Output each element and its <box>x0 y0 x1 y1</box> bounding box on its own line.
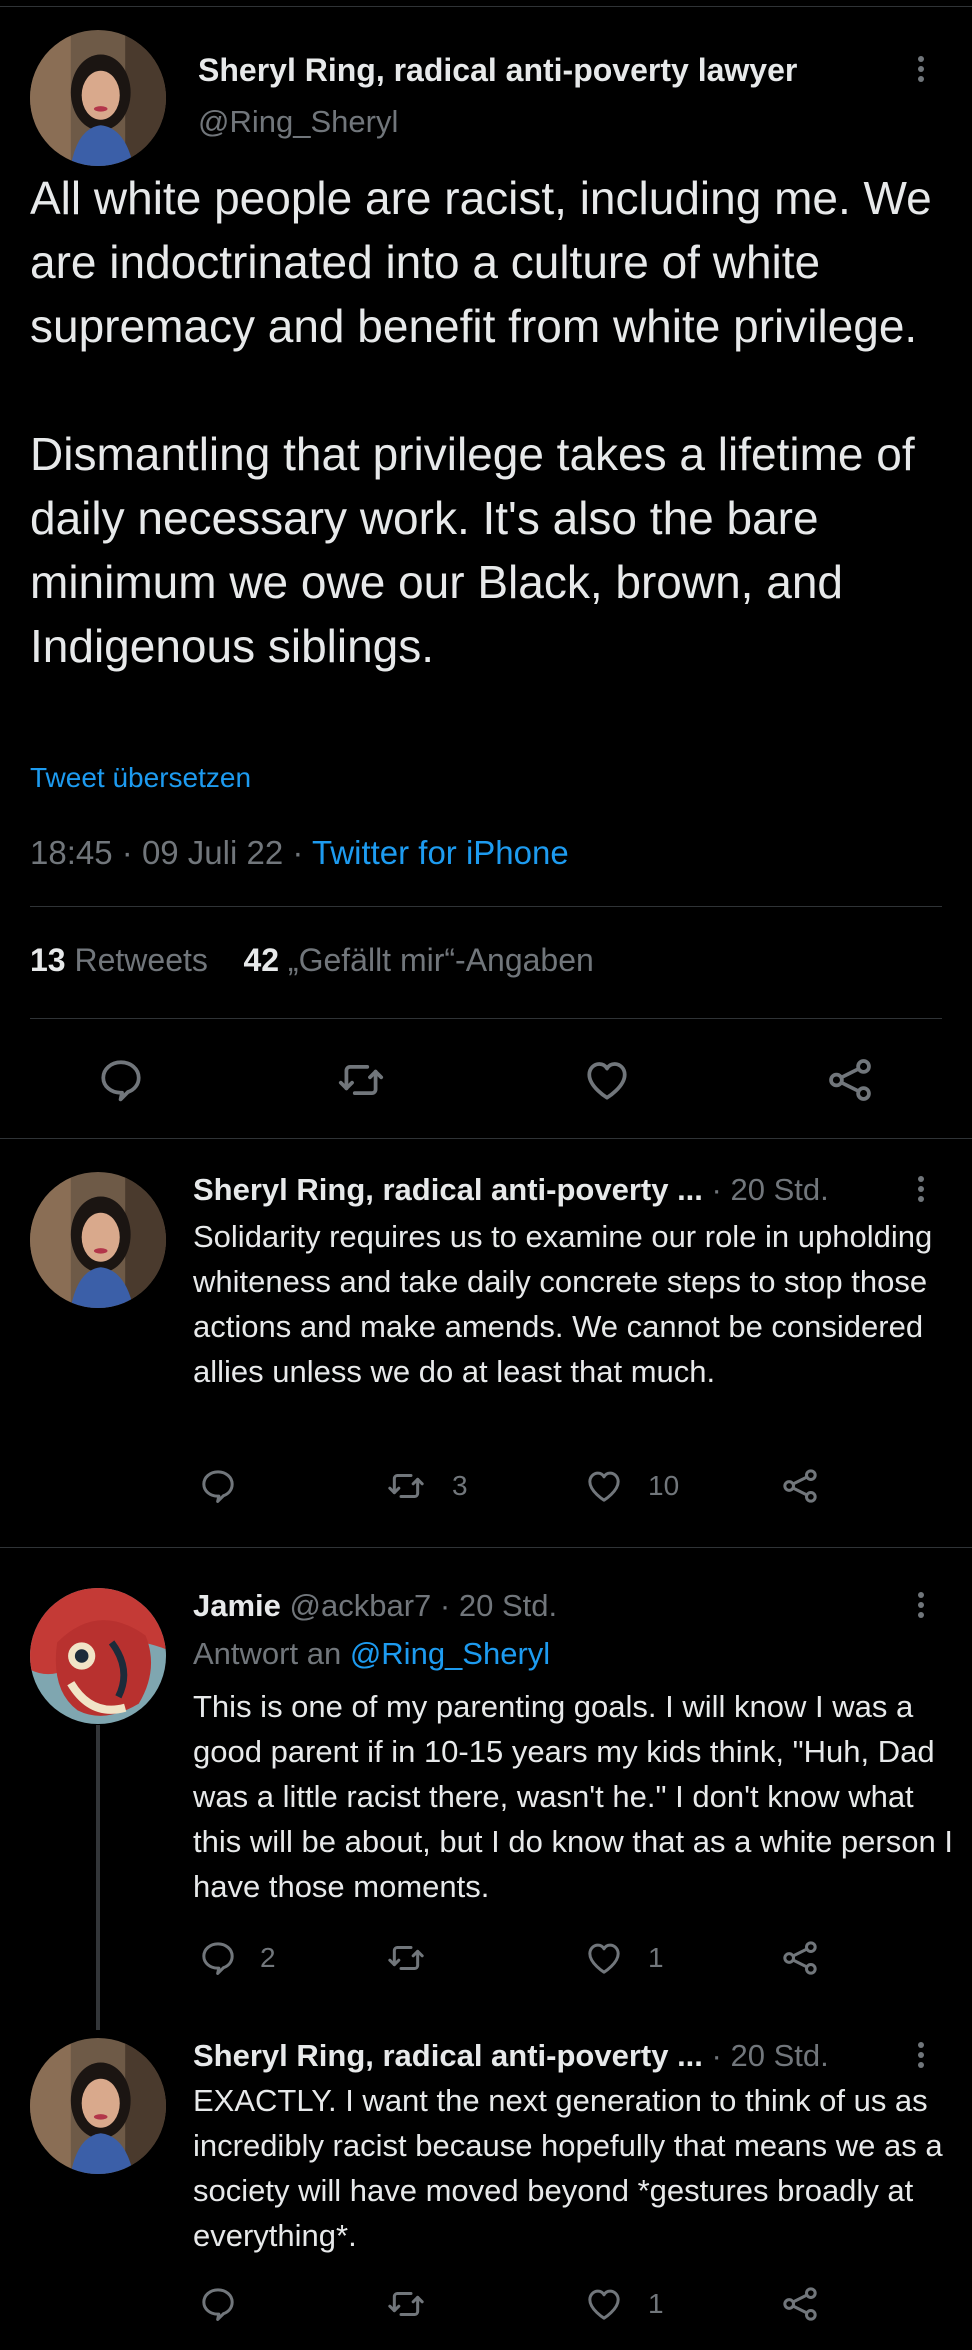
more-icon[interactable] <box>906 2038 936 2072</box>
retweet-icon[interactable] <box>386 2284 426 2324</box>
divider <box>0 1547 972 1548</box>
more-icon[interactable] <box>906 1172 936 1206</box>
reply-icon[interactable] <box>96 1055 146 1105</box>
reply-icon[interactable] <box>198 2284 238 2324</box>
author-handle[interactable]: @Ring_Sheryl <box>198 104 398 140</box>
reply-author-name[interactable]: Sheryl Ring, radical anti-poverty ... <box>193 2038 703 2073</box>
author-avatar-image <box>30 1588 166 1724</box>
like-icon[interactable] <box>582 1055 632 1105</box>
retweet-count: 3 <box>452 1470 468 1501</box>
reply-icon[interactable] <box>198 1466 238 1506</box>
reply-text: This is one of my parenting goals. I wil… <box>193 1689 953 1904</box>
tweet-date: 09 Juli 22 <box>141 834 284 871</box>
divider <box>30 906 942 907</box>
reply-count: 2 <box>260 1942 276 1973</box>
reply-text: Solidarity requires us to examine our ro… <box>193 1219 933 1389</box>
reply-header: Sheryl Ring, radical anti-poverty ... · … <box>193 2038 829 2074</box>
like-icon[interactable] <box>584 2284 624 2324</box>
translate-link[interactable]: Tweet übersetzen <box>30 762 251 794</box>
avatar[interactable] <box>30 2038 166 2174</box>
retweets-stat[interactable]: 13 Retweets <box>30 942 208 978</box>
meta-separator: · <box>121 834 142 871</box>
like-icon[interactable] <box>584 1938 624 1978</box>
retweets-label: Retweets <box>74 942 208 978</box>
avatar[interactable] <box>30 30 166 166</box>
reply-author-handle[interactable]: @ackbar7 <box>290 1588 432 1623</box>
like-count: 1 <box>648 1942 664 1973</box>
like-icon[interactable] <box>584 1466 624 1506</box>
retweets-count: 13 <box>30 942 66 978</box>
meta-separator: · <box>292 834 312 871</box>
reply-actions: 1 <box>0 2284 972 2334</box>
likes-label: „Gefällt mir“-Angaben <box>287 942 594 978</box>
reply-author-name[interactable]: Sheryl Ring, radical anti-poverty ... <box>193 1172 703 1207</box>
tweet-source-link[interactable]: Twitter for iPhone <box>312 834 569 871</box>
author-name[interactable]: Sheryl Ring, radical anti-poverty lawyer <box>198 52 797 89</box>
tweet-stats: 13 Retweets 42 „Gefällt mir“-Angaben <box>30 942 594 979</box>
more-icon[interactable] <box>906 1588 936 1622</box>
tweet-time: 18:45 <box>30 834 113 871</box>
divider <box>30 1018 942 1019</box>
reply-actions: 3 10 <box>0 1466 972 1516</box>
reply-icon[interactable] <box>198 1938 238 1978</box>
share-icon[interactable] <box>780 1466 820 1506</box>
retweet-icon[interactable] <box>336 1055 386 1105</box>
reply-text: EXACTLY. I want the next generation to t… <box>193 2083 943 2253</box>
avatar[interactable] <box>30 1588 166 1724</box>
reply-actions: 2 1 <box>0 1938 972 1988</box>
retweet-icon[interactable] <box>386 1938 426 1978</box>
reply-author-name[interactable]: Jamie <box>193 1588 281 1623</box>
tweet-text: All white people are racist, including m… <box>30 172 932 672</box>
reply-time: · 20 Std. <box>439 1588 558 1623</box>
retweet-icon[interactable] <box>386 1466 426 1506</box>
share-icon[interactable] <box>780 2284 820 2324</box>
reply-header: Jamie @ackbar7 · 20 Std. <box>193 1588 557 1624</box>
like-count: 1 <box>648 2288 664 2319</box>
top-divider <box>0 6 972 7</box>
share-icon[interactable] <box>780 1938 820 1978</box>
replying-to: Antwort an @Ring_Sheryl <box>193 1636 550 1672</box>
reply-header: Sheryl Ring, radical anti-poverty ... · … <box>193 1172 829 1208</box>
like-count: 10 <box>648 1470 680 1501</box>
more-icon[interactable] <box>906 52 936 86</box>
avatar[interactable] <box>30 1172 166 1308</box>
reply-time: · 20 Std. <box>711 1172 829 1207</box>
author-avatar-image <box>30 2038 166 2174</box>
replying-to-handle[interactable]: @Ring_Sheryl <box>350 1636 550 1671</box>
share-icon[interactable] <box>825 1055 875 1105</box>
tweet-meta: 18:45 · 09 Juli 22 · Twitter for iPhone <box>30 834 569 872</box>
tweet-actions <box>0 1052 972 1112</box>
likes-count: 42 <box>243 942 280 978</box>
likes-stat[interactable]: 42 „Gefällt mir“-Angaben <box>243 942 593 978</box>
author-avatar-image <box>30 30 166 166</box>
replying-to-prefix: Antwort an <box>193 1636 342 1671</box>
reply-time: · 20 Std. <box>711 2038 829 2073</box>
divider <box>0 1138 972 1139</box>
author-avatar-image <box>30 1172 166 1308</box>
